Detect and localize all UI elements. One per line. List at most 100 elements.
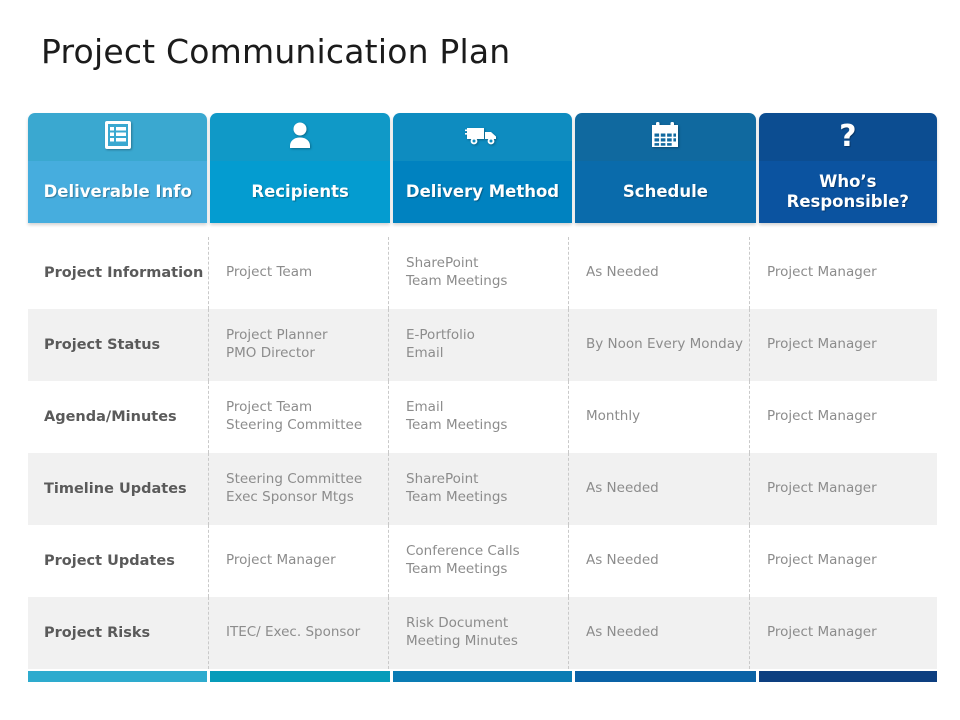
page-title: Project Communication Plan <box>41 32 511 71</box>
header-icon-area <box>392 113 573 161</box>
table-cell-deliverable-info: Project Risks <box>28 597 208 669</box>
table-cell-responsible: Project Manager <box>749 453 928 525</box>
header-label-area: Who’s Responsible? <box>758 161 938 223</box>
table-row: Agenda/Minutes Project Team Steering Commi… <box>28 381 937 453</box>
header-column-whos-responsible[interactable]: ? Who’s Responsible? <box>758 113 938 223</box>
table-row: Project Information Project Team SharePoin… <box>28 237 937 309</box>
cell-value: As Needed <box>586 552 659 569</box>
table-cell-recipients: Project Planner PMO Director <box>208 309 388 381</box>
cell-value: Email Team Meetings <box>406 399 508 433</box>
header-icon-area <box>575 113 756 161</box>
header-label: Delivery Method <box>405 181 560 201</box>
row-label: Timeline Updates <box>44 480 187 497</box>
header-label: Recipients <box>251 181 349 201</box>
header-column-recipients[interactable]: Recipients <box>210 113 390 223</box>
cell-value: Project Manager <box>767 264 877 281</box>
cell-value: Project Manager <box>767 336 877 353</box>
row-label: Project Updates <box>44 552 175 569</box>
row-label: Project Status <box>44 336 161 353</box>
slide-canvas: Project Communication Plan Deliverable I… <box>0 0 960 720</box>
table-header-row: Deliverable Info Recipients Delivery Met… <box>28 113 938 223</box>
checklist-document-icon <box>103 119 133 155</box>
header-label-area: Recipients <box>210 161 390 223</box>
table-cell-deliverable-info: Agenda/Minutes <box>28 381 208 453</box>
table-cell-schedule: As Needed <box>568 237 749 309</box>
table-row: Project Updates Project Manager Conference… <box>28 525 937 597</box>
table-cell-responsible: Project Manager <box>749 237 928 309</box>
cell-value: SharePoint Team Meetings <box>406 255 508 289</box>
table-cell-delivery-method: Risk Document Meeting Minutes <box>388 597 568 669</box>
header-label-area: Schedule <box>575 161 756 223</box>
table-cell-responsible: Project Manager <box>749 381 928 453</box>
cell-value: By Noon Every Monday <box>586 336 743 353</box>
footer-segment <box>392 671 573 682</box>
row-label: Project Risks <box>44 624 151 641</box>
header-label-area: Delivery Method <box>392 161 573 223</box>
cell-value: Project Manager <box>767 408 877 425</box>
row-label: Project Information <box>44 264 204 281</box>
table-cell-recipients: Steering Committee Exec Sponsor Mtgs <box>208 453 388 525</box>
table-cell-deliverable-info: Project Status <box>28 309 208 381</box>
question-mark-icon: ? <box>839 119 857 154</box>
table-cell-deliverable-info: Project Updates <box>28 525 208 597</box>
header-label-area: Deliverable Info <box>28 161 208 223</box>
table-cell-schedule: Monthly <box>568 381 749 453</box>
footer-segment <box>28 671 208 682</box>
cell-value: Risk Document Meeting Minutes <box>406 615 518 649</box>
table-cell-recipients: Project Team <box>208 237 388 309</box>
table-cell-delivery-method: Email Team Meetings <box>388 381 568 453</box>
table-cell-schedule: By Noon Every Monday <box>568 309 749 381</box>
header-label: Deliverable Info <box>43 181 192 201</box>
cell-value: Project Manager <box>767 552 877 569</box>
header-column-schedule[interactable]: Schedule <box>575 113 756 223</box>
calendar-icon <box>650 120 680 154</box>
header-icon-area <box>210 113 390 161</box>
table-cell-schedule: As Needed <box>568 525 749 597</box>
cell-value: Project Planner PMO Director <box>226 327 328 361</box>
header-icon-area: ? <box>758 113 938 161</box>
table-cell-delivery-method: E-Portfolio Email <box>388 309 568 381</box>
table-cell-recipients: ITEC/ Exec. Sponsor <box>208 597 388 669</box>
cell-value: As Needed <box>586 480 659 497</box>
cell-value: Project Manager <box>767 480 877 497</box>
table-cell-recipients: Project Manager <box>208 525 388 597</box>
table-row: Project Risks ITEC/ Exec. Sponsor Risk Doc… <box>28 597 937 669</box>
table-cell-responsible: Project Manager <box>749 525 928 597</box>
cell-value: Conference Calls Team Meetings <box>406 543 520 577</box>
delivery-truck-icon <box>464 123 501 151</box>
table-cell-deliverable-info: Project Information <box>28 237 208 309</box>
footer-segment <box>758 671 938 682</box>
table-cell-delivery-method: Conference Calls Team Meetings <box>388 525 568 597</box>
table-cell-delivery-method: SharePoint Team Meetings <box>388 453 568 525</box>
header-label: Schedule <box>622 181 708 201</box>
cell-value: SharePoint Team Meetings <box>406 471 508 505</box>
cell-value: As Needed <box>586 624 659 641</box>
cell-value: Project Manager <box>226 552 336 569</box>
header-icon-area <box>28 113 208 161</box>
footer-segment <box>210 671 390 682</box>
cell-value: Monthly <box>586 408 641 425</box>
table-cell-deliverable-info: Timeline Updates <box>28 453 208 525</box>
cell-value: ITEC/ Exec. Sponsor <box>226 624 361 641</box>
table-cell-responsible: Project Manager <box>749 597 928 669</box>
table-cell-delivery-method: SharePoint Team Meetings <box>388 237 568 309</box>
header-label: Who’s Responsible? <box>786 171 909 211</box>
table-cell-schedule: As Needed <box>568 597 749 669</box>
table-cell-schedule: As Needed <box>568 453 749 525</box>
table-row: Project Status Project Planner PMO Directo… <box>28 309 937 381</box>
footer-segment <box>575 671 756 682</box>
header-column-delivery-method[interactable]: Delivery Method <box>392 113 573 223</box>
cell-value: Project Manager <box>767 624 877 641</box>
communication-plan-table: Project Information Project Team SharePoin… <box>28 237 937 669</box>
row-label: Agenda/Minutes <box>44 408 177 425</box>
table-cell-responsible: Project Manager <box>749 309 928 381</box>
cell-value: Project Team <box>226 264 313 281</box>
person-icon <box>286 120 314 154</box>
header-column-deliverable-info[interactable]: Deliverable Info <box>28 113 208 223</box>
table-cell-recipients: Project Team Steering Committee <box>208 381 388 453</box>
footer-accent-bar <box>28 671 938 682</box>
table-row: Timeline Updates Steering Committee Exec S… <box>28 453 937 525</box>
cell-value: E-Portfolio Email <box>406 327 475 361</box>
cell-value: As Needed <box>586 264 659 281</box>
cell-value: Steering Committee Exec Sponsor Mtgs <box>226 471 363 505</box>
